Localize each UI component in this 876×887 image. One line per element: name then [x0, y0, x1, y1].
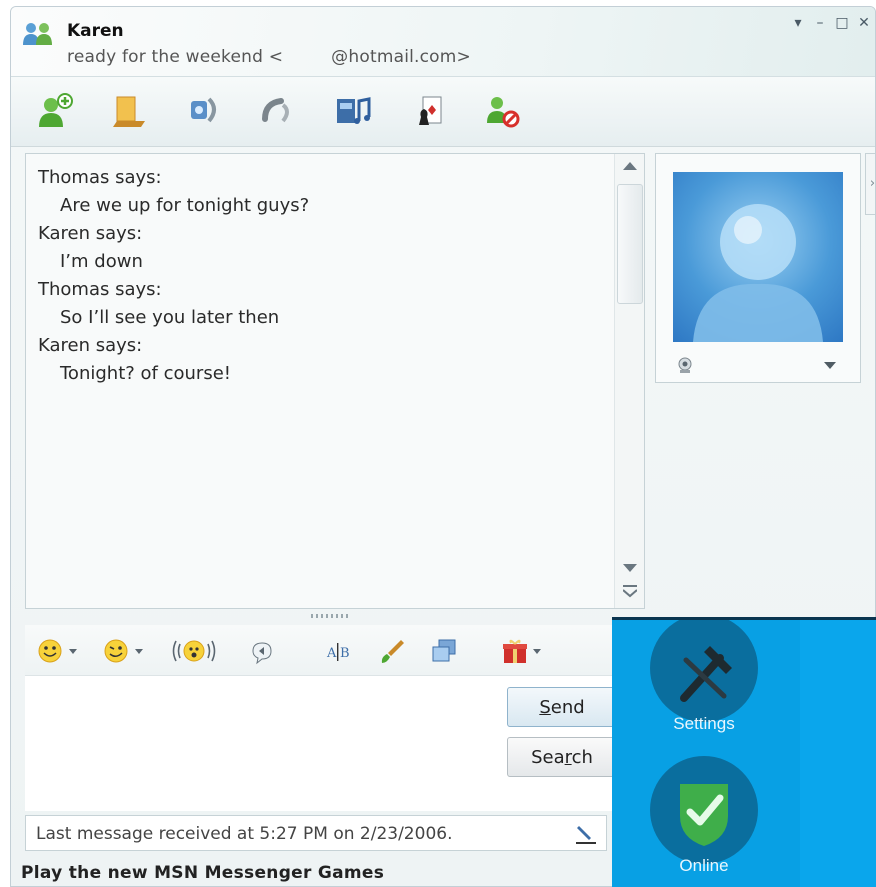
scroll-thumb[interactable]: [617, 184, 643, 304]
gift-button[interactable]: [501, 637, 547, 665]
window-controls: ▾ – □ ✕: [791, 15, 871, 31]
settings-label: Settings: [673, 714, 735, 733]
ad-banner-text[interactable]: Play the new MSN Messenger Games: [21, 863, 384, 883]
games-icon: [419, 96, 442, 125]
contact-name: Karen: [67, 21, 124, 41]
conversation-toolbar: [11, 77, 875, 147]
send-button-label: Send: [539, 696, 585, 718]
background-button[interactable]: [377, 637, 407, 665]
window-header: Karen ready for the weekend < @hotmail.co…: [11, 7, 875, 77]
voice-clip-icon: [252, 642, 272, 665]
settings-button[interactable]: [650, 620, 758, 722]
online-button[interactable]: [650, 756, 758, 864]
emoticon-button[interactable]: [37, 637, 83, 665]
webcam-icon[interactable]: [676, 356, 694, 374]
check-shield-icon: [680, 784, 728, 846]
conversation-scrollbar[interactable]: [614, 154, 644, 608]
wink-icon: [104, 639, 143, 663]
gift-icon: [503, 639, 541, 663]
scroll-down-icon[interactable]: [623, 564, 637, 572]
menu-dropdown-icon[interactable]: ▾: [791, 15, 805, 31]
font-button[interactable]: A B: [325, 637, 355, 665]
invite-contact-button[interactable]: [33, 91, 77, 131]
pen-icon[interactable]: [574, 822, 598, 846]
svg-text:A: A: [326, 646, 337, 661]
collapse-panel-tab[interactable]: ›: [865, 153, 875, 215]
pane-splitter[interactable]: [311, 614, 351, 618]
display-picture-panel: [655, 153, 861, 383]
message-sender: Thomas says:: [38, 167, 162, 188]
message-text: So I’ll see you later then: [60, 307, 280, 328]
last-message-status: Last message received at 5:27 PM on 2/23…: [36, 824, 453, 844]
webcam-call-button[interactable]: [181, 91, 225, 131]
close-icon[interactable]: ✕: [857, 15, 871, 31]
block-contact-icon: [487, 97, 520, 128]
conversation-history[interactable]: Thomas says: Are we up for tonight guys?…: [25, 153, 645, 609]
nudge-button[interactable]: [171, 637, 217, 665]
search-button-label: Search: [531, 746, 593, 768]
message-text: Tonight? of course!: [60, 363, 231, 384]
status-email: @hotmail.com>: [331, 47, 471, 67]
block-contact-button[interactable]: [481, 91, 525, 131]
contacts-icon: [23, 23, 52, 45]
message-text: Are we up for tonight guys?: [60, 195, 310, 216]
scroll-to-end-icon[interactable]: [623, 584, 637, 598]
invite-contact-icon: [39, 93, 73, 127]
formatting-toolbar: A B: [25, 625, 625, 675]
overlay-strip: [800, 620, 876, 887]
online-label: Online: [679, 856, 729, 875]
emoticon-icon: [38, 639, 77, 663]
message-text: I’m down: [60, 251, 143, 272]
font-icon: A B: [326, 643, 350, 661]
display-picture-menu-icon[interactable]: [824, 362, 836, 369]
games-button[interactable]: [407, 91, 451, 131]
message-list: Thomas says: Are we up for tonight guys?…: [38, 164, 608, 388]
status-text: ready for the weekend <: [67, 47, 284, 67]
activities-button[interactable]: [331, 91, 375, 131]
message-sender: Karen says:: [38, 335, 143, 356]
status-bar: Last message received at 5:27 PM on 2/23…: [25, 815, 607, 851]
display-picture[interactable]: [673, 172, 843, 342]
voice-call-button[interactable]: [255, 91, 299, 131]
minimize-icon[interactable]: –: [813, 15, 827, 31]
paintbrush-icon: [381, 640, 404, 663]
default-user-icon: [693, 204, 823, 342]
maximize-icon[interactable]: □: [835, 15, 849, 31]
tools-icon: [680, 646, 732, 702]
send-button[interactable]: Send: [507, 687, 617, 727]
window-button[interactable]: [429, 637, 459, 665]
overlay-panel: Settings Online: [612, 617, 876, 887]
activities-icon: [337, 97, 371, 124]
voice-call-icon: [262, 98, 289, 123]
message-sender: Thomas says:: [38, 279, 162, 300]
search-button[interactable]: Search: [507, 737, 617, 777]
send-files-button[interactable]: [105, 91, 149, 131]
contact-status-message: ready for the weekend < @hotmail.com>: [67, 47, 471, 67]
message-sender: Karen says:: [38, 223, 143, 244]
scroll-up-icon[interactable]: [623, 162, 637, 170]
voice-clip-button[interactable]: [247, 637, 277, 665]
nudge-icon: [172, 640, 216, 662]
send-files-icon: [113, 96, 145, 127]
webcam-call-icon: [191, 97, 216, 123]
wink-button[interactable]: [103, 637, 149, 665]
svg-text:B: B: [340, 646, 350, 661]
window-icon: [432, 639, 456, 662]
